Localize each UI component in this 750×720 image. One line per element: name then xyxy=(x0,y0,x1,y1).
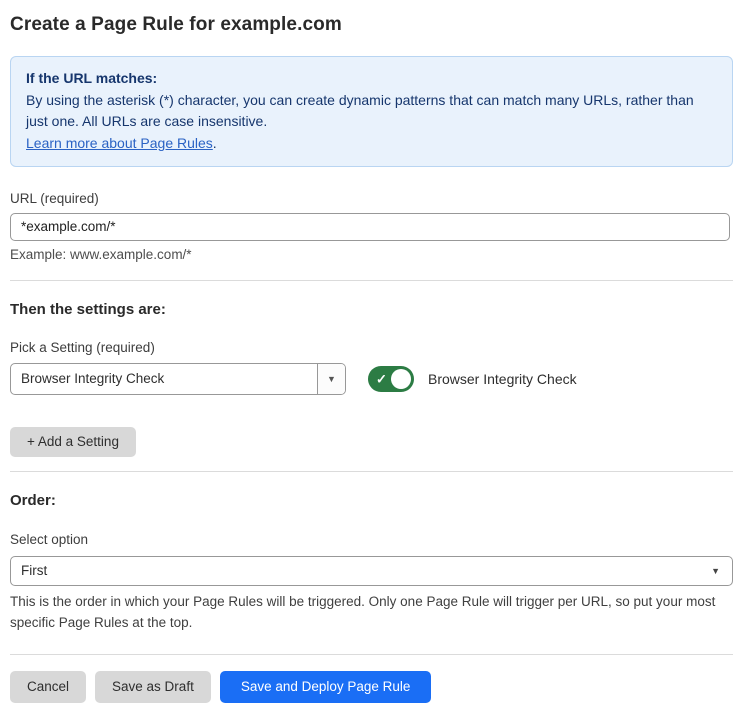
order-select-label: Select option xyxy=(10,532,733,547)
footer-divider xyxy=(10,654,733,655)
order-select-value: First xyxy=(21,563,47,578)
setting-select-value: Browser Integrity Check xyxy=(11,364,317,394)
check-icon: ✓ xyxy=(376,372,387,385)
order-helper-text: This is the order in which your Page Rul… xyxy=(10,592,733,634)
toggle-knob xyxy=(391,369,411,389)
save-as-draft-button[interactable]: Save as Draft xyxy=(95,671,211,703)
learn-more-page-rules-link[interactable]: Learn more about Page Rules xyxy=(26,135,213,151)
info-box-heading: If the URL matches: xyxy=(26,68,717,90)
link-period: . xyxy=(213,135,217,151)
create-page-rule-form: Create a Page Rule for example.com If th… xyxy=(0,0,750,703)
save-and-deploy-button[interactable]: Save and Deploy Page Rule xyxy=(220,671,432,703)
setting-row: Browser Integrity Check ▼ ✓ Browser Inte… xyxy=(10,363,733,395)
chevron-down-icon: ▼ xyxy=(327,374,336,384)
info-box-body: By using the asterisk (*) character, you… xyxy=(26,90,717,133)
url-field-label: URL (required) xyxy=(10,191,733,206)
section-divider xyxy=(10,280,733,281)
order-select[interactable]: First ▼ xyxy=(10,556,733,586)
setting-select-arrow-button[interactable]: ▼ xyxy=(317,364,345,394)
toggle-label: Browser Integrity Check xyxy=(428,371,577,387)
add-setting-button[interactable]: + Add a Setting xyxy=(10,427,136,457)
footer-actions: Cancel Save as Draft Save and Deploy Pag… xyxy=(10,671,733,703)
chevron-down-icon: ▼ xyxy=(711,566,720,576)
url-example-helper: Example: www.example.com/* xyxy=(10,247,733,262)
url-input[interactable] xyxy=(10,213,730,241)
settings-section-heading: Then the settings are: xyxy=(10,301,733,318)
page-title: Create a Page Rule for example.com xyxy=(10,14,733,36)
pick-setting-label: Pick a Setting (required) xyxy=(10,340,733,355)
setting-select[interactable]: Browser Integrity Check ▼ xyxy=(10,363,346,395)
cancel-button[interactable]: Cancel xyxy=(10,671,86,703)
section-divider xyxy=(10,471,733,472)
info-link-row: Learn more about Page Rules. xyxy=(26,133,717,155)
order-section-heading: Order: xyxy=(10,492,733,509)
url-match-info-box: If the URL matches: By using the asteris… xyxy=(10,56,733,167)
browser-integrity-toggle[interactable]: ✓ xyxy=(368,366,414,392)
browser-integrity-toggle-group: ✓ Browser Integrity Check xyxy=(368,366,577,392)
